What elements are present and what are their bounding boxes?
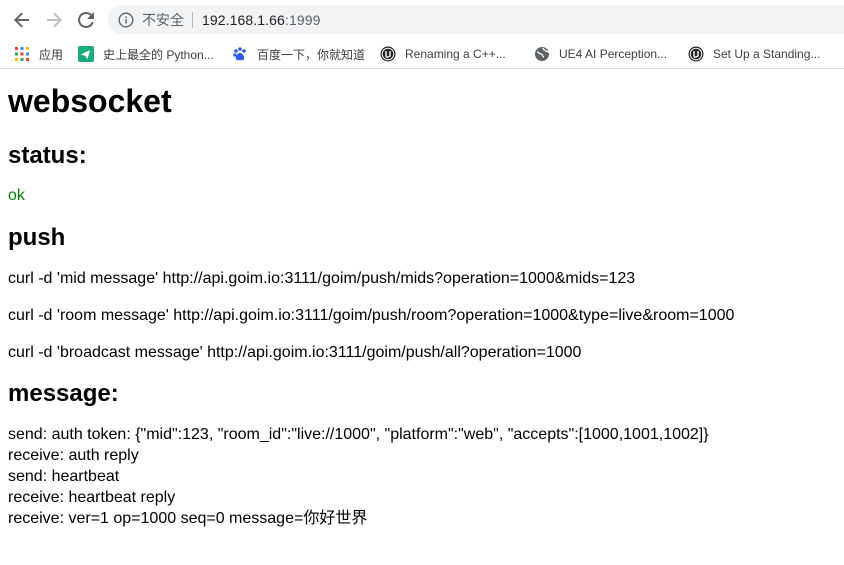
page-content: websocket status: ok push curl -d 'mid m…	[0, 83, 844, 529]
url-text[interactable]: 192.168.1.66:1999	[202, 12, 321, 28]
unreal-engine-icon	[380, 46, 396, 62]
back-button[interactable]	[11, 9, 33, 31]
bookmark-python[interactable]: 史上最全的 Python...	[78, 42, 214, 66]
message-line: receive: auth reply	[8, 447, 139, 464]
push-heading: push	[8, 224, 66, 251]
reload-button[interactable]	[75, 9, 97, 31]
status-heading: status:	[8, 142, 87, 169]
message-line: send: auth token: {"mid":123, "room_id":…	[8, 426, 709, 443]
bookmarks-bar: 应用 史上最全的 Python... 百度一下，你就知道 Renaming a …	[0, 39, 844, 69]
info-icon[interactable]	[118, 11, 134, 28]
push-command-room: curl -d 'room message' http://api.goim.i…	[8, 307, 735, 324]
message-line: send: heartbeat	[8, 468, 120, 485]
bookmark-ue4-ai[interactable]: UE4 AI Perception...	[534, 42, 667, 66]
divider	[192, 11, 193, 28]
globe-icon	[534, 46, 550, 62]
push-command-mids: curl -d 'mid message' http://api.goim.io…	[8, 270, 636, 287]
push-command-all: curl -d 'broadcast message' http://api.g…	[8, 344, 582, 361]
address-bar[interactable]: 不安全 192.168.1.66:1999	[108, 5, 844, 34]
bookmark-label: 应用	[39, 47, 64, 62]
bookmark-label: Set Up a Standing...	[713, 47, 821, 61]
bookmark-label: UE4 AI Perception...	[559, 47, 668, 61]
browser-toolbar: 不安全 192.168.1.66:1999	[0, 0, 844, 39]
url-port: :1999	[284, 11, 321, 28]
bookmark-label: Renaming a C++...	[405, 47, 506, 61]
bookmark-standing[interactable]: Set Up a Standing...	[688, 42, 820, 66]
bookmark-apps[interactable]: 应用	[14, 42, 63, 66]
status-value: ok	[8, 187, 25, 204]
page-title: websocket	[8, 83, 172, 119]
message-line: receive: ver=1 op=1000 seq=0 message=你好世…	[8, 510, 368, 527]
arrow-left-icon	[14, 12, 29, 28]
bookmark-label: 百度一下，你就知道	[257, 47, 366, 62]
arrow-right-icon	[47, 12, 62, 28]
security-label[interactable]: 不安全	[142, 10, 184, 30]
message-log: send: auth token: {"mid":123, "room_id":…	[8, 424, 836, 529]
message-line: receive: heartbeat reply	[8, 489, 176, 506]
paper-plane-icon	[78, 46, 94, 62]
bookmark-baidu[interactable]: 百度一下，你就知道	[232, 42, 365, 66]
bookmark-label: 史上最全的 Python...	[103, 47, 214, 62]
url-host: 192.168.1.66	[202, 11, 285, 28]
message-heading: message:	[8, 380, 119, 407]
forward-button[interactable]	[43, 9, 65, 31]
reload-icon	[78, 11, 94, 28]
baidu-paw-icon	[232, 46, 248, 62]
bookmark-renaming[interactable]: Renaming a C++...	[380, 42, 506, 66]
apps-grid-icon	[14, 46, 30, 62]
unreal-engine-icon	[688, 46, 704, 62]
